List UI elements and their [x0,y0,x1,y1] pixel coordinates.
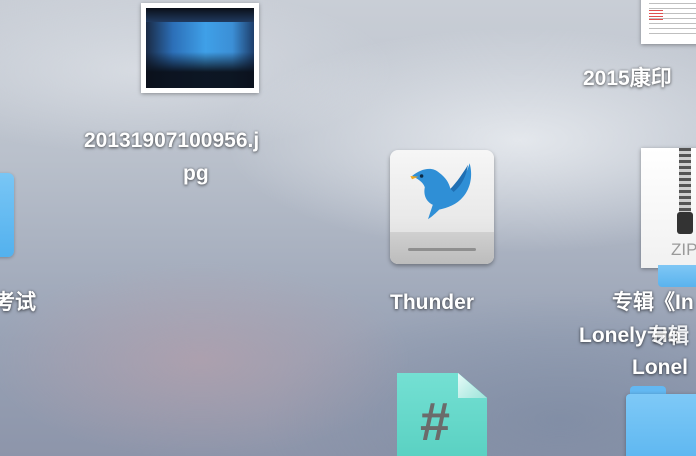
photo-preview [146,8,254,88]
document-label[interactable]: 2015康印 [583,64,672,94]
folder-body [626,394,696,456]
folder-icon[interactable] [0,173,14,257]
document-red-marks [649,10,663,20]
image-file-thumbnail[interactable] [141,3,259,93]
zip-badge: ZIP [671,240,696,259]
folder-behind-icon [658,265,696,287]
zipper-icon [679,148,691,216]
thunder-app-label[interactable]: Thunder [390,288,474,318]
overlapping-folder-label-line1[interactable]: 专辑 [647,322,689,352]
overlapping-folder-label-line2[interactable]: Lonel [632,353,688,383]
zipper-pull-icon [677,212,693,234]
thunder-app-icon[interactable] [388,150,496,268]
folder-label-exam[interactable]: 考试 [0,288,36,318]
zip-archive-icon[interactable]: ZIP [641,148,696,268]
spreadsheet-document-icon[interactable] [641,0,696,44]
folder-icon-bottom[interactable] [626,386,696,456]
bird-logo-icon [410,163,472,220]
image-file-label-line1[interactable]: 20131907100956.j [84,126,259,156]
image-file-label-line2[interactable]: pg [183,159,209,189]
zip-label-line1[interactable]: 专辑《In [612,288,694,318]
drive-slot [390,232,494,264]
hash-symbol: # [420,392,451,452]
